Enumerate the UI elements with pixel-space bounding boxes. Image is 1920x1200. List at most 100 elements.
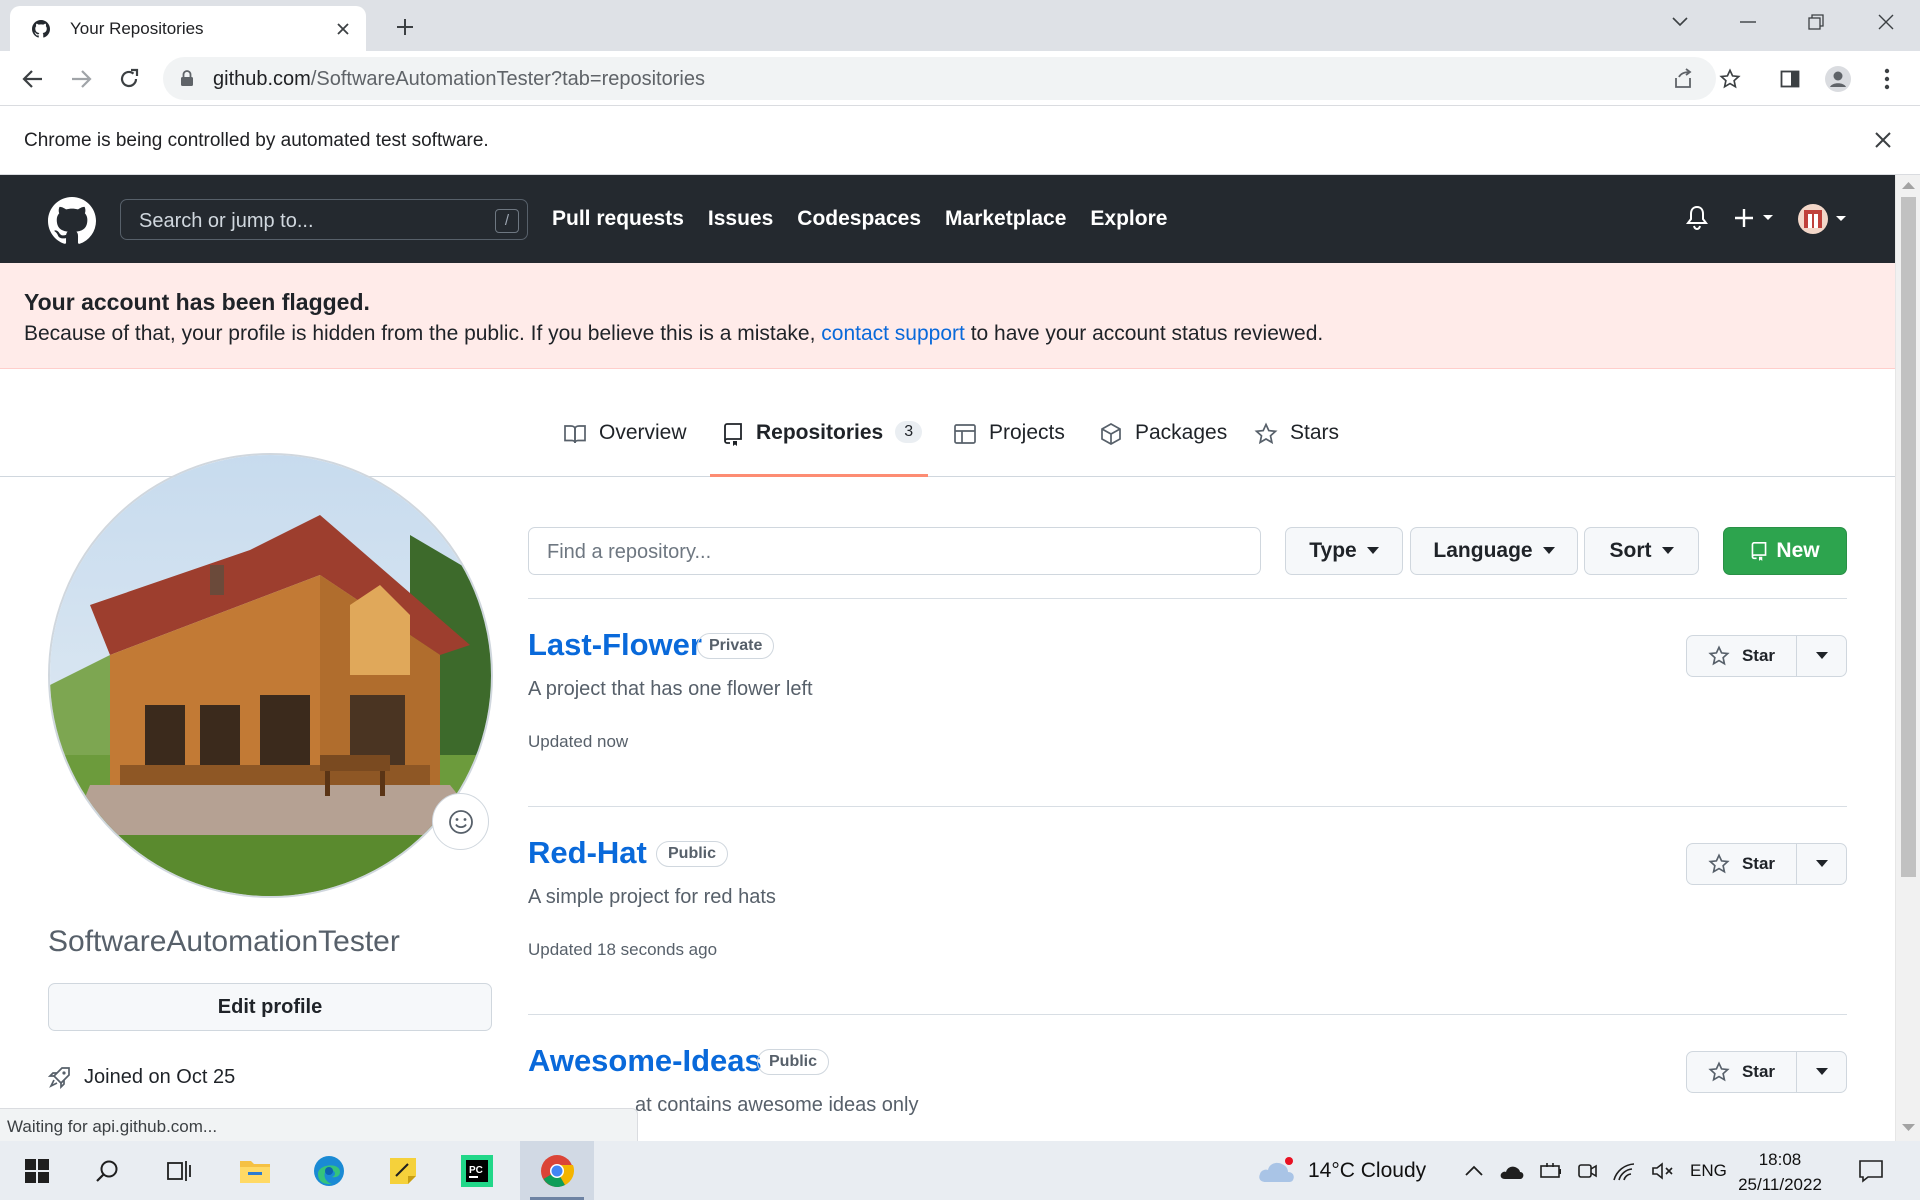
weather-widget[interactable]: 14°C Cloudy (1256, 1141, 1426, 1200)
github-header: Search or jump to... / Pull requests Iss… (0, 175, 1895, 263)
forward-icon[interactable] (66, 64, 96, 94)
caret-down-icon (1815, 1068, 1828, 1075)
chrome-menu-icon[interactable] (1872, 64, 1902, 94)
star-list-dropdown[interactable] (1797, 844, 1846, 884)
browser-tab[interactable]: Your Repositories (10, 6, 366, 51)
sort-button[interactable]: Sort (1584, 527, 1699, 575)
minimize-icon[interactable] (1720, 0, 1776, 44)
new-tab-icon[interactable] (392, 14, 418, 40)
star-list-dropdown[interactable] (1797, 1052, 1846, 1092)
find-repository-placeholder: Find a repository... (547, 541, 712, 563)
table-icon (954, 424, 976, 444)
star-label: Star (1741, 854, 1776, 873)
start-windows-icon[interactable] (0, 1141, 74, 1200)
tab-packages[interactable]: Packages (1099, 417, 1227, 477)
nav-pull-requests[interactable]: Pull requests (552, 207, 684, 231)
chrome-taskbar-icon[interactable] (520, 1141, 594, 1200)
language-filter-label: Language (1433, 539, 1533, 562)
global-search-input[interactable]: Search or jump to... / (120, 199, 528, 240)
show-hidden-icons-chevron-icon[interactable] (1464, 1165, 1484, 1177)
tab-projects-label: Projects (989, 421, 1065, 444)
github-favicon-icon (32, 19, 50, 38)
nav-marketplace[interactable]: Marketplace (945, 207, 1066, 231)
caret-down-icon (1366, 547, 1379, 554)
close-tab-icon[interactable] (334, 20, 352, 38)
caret-down-icon (1815, 652, 1828, 659)
page-scrollbar[interactable] (1895, 175, 1920, 1141)
scroll-up-arrow-icon[interactable] (1902, 181, 1915, 194)
edge-browser-icon[interactable] (292, 1141, 366, 1200)
onedrive-cloud-icon[interactable] (1499, 1162, 1525, 1180)
battery-icon[interactable] (1540, 1161, 1562, 1181)
repo-visibility-badge: Private (697, 633, 775, 659)
repo-description: A simple project for red hats (528, 886, 776, 908)
tab-stars[interactable]: Stars (1254, 417, 1339, 477)
star-button-main[interactable]: Star (1687, 844, 1797, 884)
url-text[interactable]: github.com/SoftwareAutomationTester?tab=… (213, 68, 705, 91)
contact-support-link[interactable]: contact support (821, 322, 965, 345)
repo-name-link[interactable]: Last-Flower (528, 627, 702, 663)
star-label: Star (1741, 646, 1776, 665)
side-panel-icon[interactable] (1775, 64, 1805, 94)
taskbar-search-icon[interactable] (70, 1141, 144, 1200)
repo-visibility-badge: Public (656, 841, 729, 867)
nav-issues[interactable]: Issues (708, 207, 773, 231)
nav-codespaces[interactable]: Codespaces (797, 207, 921, 231)
lock-icon[interactable] (180, 70, 194, 87)
restore-icon[interactable] (1788, 0, 1844, 44)
profile-avatar[interactable] (48, 453, 493, 898)
user-avatar-menu[interactable] (1797, 203, 1849, 235)
back-icon[interactable] (18, 64, 48, 94)
pycharm-icon[interactable]: PC (440, 1141, 514, 1200)
repo-list-item: Red-Hat Public A simple project for red … (528, 807, 1847, 1014)
weather-text: 14°C Cloudy (1308, 1158, 1427, 1182)
star-button[interactable]: Star (1686, 1051, 1847, 1093)
star-button-main[interactable]: Star (1687, 636, 1797, 676)
close-infobar-icon[interactable] (1874, 131, 1892, 149)
taskbar-clock[interactable]: 18:08 25/11/2022 (1720, 1147, 1840, 1197)
bookmark-star-icon[interactable] (1715, 64, 1745, 94)
tab-repositories[interactable]: Repositories 3 (710, 417, 928, 477)
tab-packages-label: Packages (1135, 421, 1228, 444)
edit-profile-button[interactable]: Edit profile (48, 983, 492, 1031)
notification-center-icon[interactable] (1836, 1141, 1906, 1200)
scroll-down-arrow-icon[interactable] (1902, 1123, 1915, 1136)
page-viewport: Search or jump to... / Pull requests Iss… (0, 175, 1920, 1141)
type-filter-button[interactable]: Type (1285, 527, 1403, 575)
find-repository-input[interactable]: Find a repository... (528, 527, 1261, 575)
repo-name-link[interactable]: Awesome-Ideas (528, 1043, 762, 1079)
volume-muted-icon[interactable] (1651, 1161, 1675, 1181)
repo-updated: Updated 18 seconds ago (528, 940, 718, 959)
account-flagged-banner: Your account has been flagged. Because o… (0, 263, 1895, 369)
nav-explore[interactable]: Explore (1090, 207, 1167, 231)
task-view-icon[interactable] (142, 1141, 216, 1200)
new-repository-button[interactable]: New (1723, 527, 1847, 575)
language-filter-button[interactable]: Language (1410, 527, 1578, 575)
share-icon[interactable] (1671, 67, 1695, 91)
create-new-plus-icon[interactable] (1733, 207, 1777, 229)
star-icon (1708, 1061, 1730, 1082)
wifi-icon[interactable] (1612, 1160, 1636, 1182)
star-button[interactable]: Star (1686, 635, 1847, 677)
reload-icon[interactable] (114, 64, 144, 94)
system-tray: ENG (1464, 1141, 1727, 1200)
github-logo-icon[interactable] (48, 197, 96, 245)
meet-now-icon[interactable] (1577, 1161, 1597, 1181)
close-window-icon[interactable] (1858, 0, 1914, 44)
sticky-notes-icon[interactable] (366, 1141, 440, 1200)
tab-projects[interactable]: Projects (953, 417, 1065, 477)
tab-overview[interactable]: Overview (563, 417, 687, 477)
profile-icon[interactable] (1823, 64, 1853, 94)
star-button[interactable]: Star (1686, 843, 1847, 885)
star-label: Star (1741, 1062, 1776, 1081)
star-list-dropdown[interactable] (1797, 636, 1846, 676)
star-button-main[interactable]: Star (1687, 1052, 1797, 1092)
scrollbar-thumb[interactable] (1901, 197, 1916, 877)
notifications-bell-icon[interactable] (1685, 205, 1709, 231)
file-explorer-icon[interactable] (218, 1141, 292, 1200)
address-bar[interactable]: github.com/SoftwareAutomationTester?tab=… (163, 57, 1716, 100)
set-status-smiley-icon[interactable] (432, 793, 489, 850)
repo-description: A project that has one flower left (528, 678, 813, 700)
repo-name-link[interactable]: Red-Hat (528, 835, 647, 871)
tab-search-icon[interactable] (1652, 0, 1708, 44)
